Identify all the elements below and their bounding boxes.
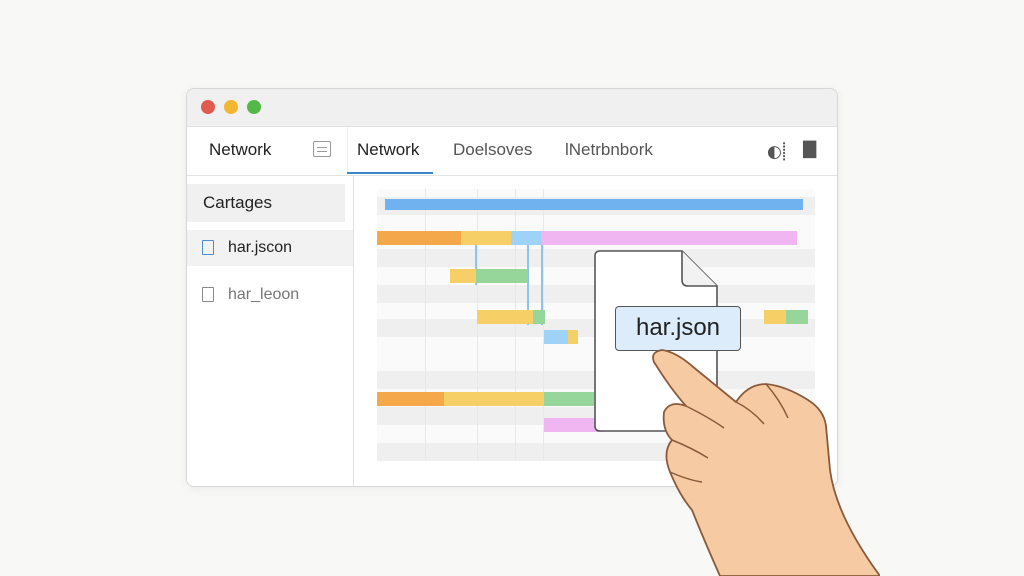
tab-network[interactable]: Network [357, 140, 419, 160]
sidebar-item-label: har_leoon [228, 286, 300, 303]
active-tab-indicator [347, 172, 433, 174]
waterfall-bar[interactable] [377, 392, 444, 406]
sidebar-item-label: har.jscon [228, 239, 293, 256]
sidebar-item-har-leoon[interactable]: har_leoon [187, 277, 353, 313]
hand-icon [652, 349, 880, 576]
record-icon[interactable]: ◐⸽ [767, 139, 786, 162]
maximize-window-button[interactable] [247, 100, 261, 114]
file-sidebar: Cartages har.jscon har_leoon [187, 176, 354, 486]
waterfall-bar[interactable] [544, 330, 568, 344]
waterfall-bar[interactable] [385, 199, 803, 210]
waterfall-bar[interactable] [544, 392, 594, 406]
waterfall-bar[interactable] [533, 310, 545, 324]
sidebar-header: Cartages [187, 184, 345, 222]
sidebar-title: Network [209, 140, 272, 159]
waterfall-bar[interactable] [568, 330, 578, 344]
title-bar [187, 89, 837, 127]
waterfall-bar[interactable] [377, 231, 461, 245]
devtools-toolbar: Network Network Doelsoves lNetrbnbork ◐⸽… [187, 127, 837, 176]
tab-doelsoves[interactable]: Doelsoves [453, 140, 532, 160]
print-icon[interactable]: ▇ [803, 139, 816, 159]
file-icon [202, 287, 214, 302]
gridline [477, 189, 478, 461]
gridline [425, 189, 426, 461]
close-window-button[interactable] [201, 100, 215, 114]
waterfall-bar[interactable] [444, 392, 544, 406]
toolbar-divider [347, 127, 348, 175]
waterfall-bar[interactable] [541, 231, 797, 245]
waterfall-bar[interactable] [450, 269, 476, 283]
sidebar-item-har-jscon[interactable]: har.jscon [187, 230, 353, 266]
waterfall-bar[interactable] [477, 310, 533, 324]
waterfall-bar[interactable] [476, 269, 528, 283]
waterfall-bar[interactable] [461, 231, 511, 245]
tab-netrbnbork[interactable]: lNetrbnbork [565, 140, 653, 160]
file-icon [202, 240, 214, 255]
gridline [515, 189, 516, 461]
minimize-window-button[interactable] [224, 100, 238, 114]
waterfall-bar[interactable] [786, 310, 808, 324]
waterfall-bar[interactable] [764, 310, 786, 324]
waterfall-bar[interactable] [511, 231, 541, 245]
panel-toggle-icon[interactable] [313, 141, 331, 157]
